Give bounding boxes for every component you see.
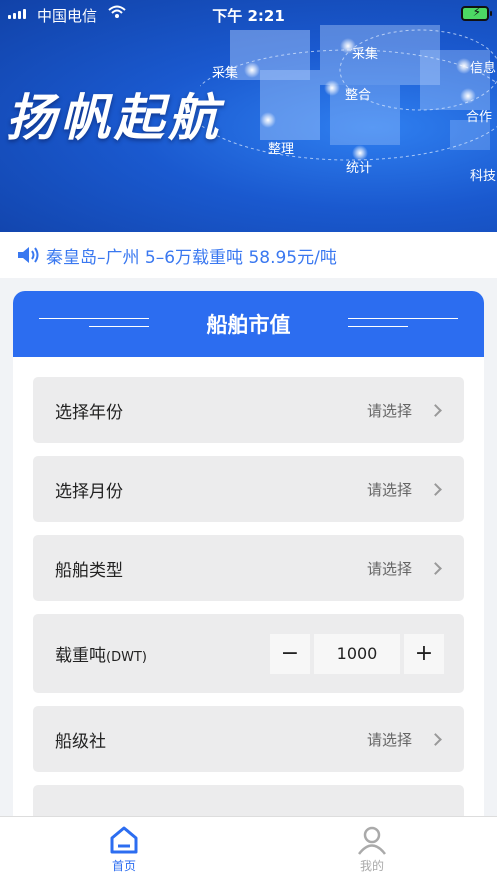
ship-type-row[interactable]: 船舶类型 请选择 bbox=[33, 535, 464, 601]
row-label: 船级社 bbox=[55, 731, 106, 752]
tab-bar: 首页 我的 bbox=[0, 816, 497, 883]
tab-home[interactable]: 首页 bbox=[84, 825, 164, 874]
speaker-icon bbox=[18, 247, 39, 263]
row-value: 请选择 bbox=[366, 401, 412, 420]
banner-tag: 整理 bbox=[268, 142, 295, 157]
banner-tag: 信息 bbox=[470, 61, 497, 76]
banner-tag: 统计 bbox=[346, 161, 373, 176]
select-month-row[interactable]: 选择月份 请选择 bbox=[33, 456, 464, 522]
row-label: 选择年份 bbox=[55, 402, 123, 423]
dwt-unit: (DWT) bbox=[106, 650, 147, 665]
row-value: 请选择 bbox=[366, 730, 412, 749]
banner-title: 扬帆起航 bbox=[6, 89, 222, 147]
select-year-row[interactable]: 选择年份 请选择 bbox=[33, 377, 464, 443]
banner-tag: 合作 bbox=[466, 110, 493, 125]
tab-label: 首页 bbox=[111, 859, 136, 873]
row-label: 选择月份 bbox=[55, 481, 123, 502]
row-value: 请选择 bbox=[366, 559, 412, 578]
glow-dot bbox=[460, 88, 476, 104]
dwt-row: 载重吨(DWT) − 1000 + bbox=[33, 614, 464, 693]
glow-dot bbox=[260, 112, 276, 128]
classification-society-row[interactable]: 船级社 请选择 bbox=[33, 706, 464, 772]
banner: 中国电信 下午 2:21 ⚡ 采集 采集 整合 信息 合作 整理 统计 科技 扬… bbox=[0, 0, 497, 232]
chevron-right-icon bbox=[429, 403, 442, 417]
glow-dot bbox=[244, 62, 260, 78]
banner-tag: 采集 bbox=[352, 47, 379, 62]
banner-tag: 科技 bbox=[470, 169, 497, 184]
chevron-right-icon bbox=[429, 732, 442, 746]
decrement-button[interactable]: − bbox=[270, 633, 310, 674]
row-label: 船舶类型 bbox=[55, 560, 123, 581]
row-value: 请选择 bbox=[366, 480, 412, 499]
dwt-stepper: − 1000 + bbox=[270, 633, 444, 674]
chevron-right-icon bbox=[429, 482, 442, 496]
ship-value-card: 船舶市值 选择年份 请选择 选择月份 请选择 船舶类型 请选择 载重吨(DWT)… bbox=[13, 291, 484, 831]
tab-label: 我的 bbox=[359, 859, 384, 873]
notice-bar[interactable]: 秦皇岛–广州 5–6万载重吨 58.95元/吨 bbox=[0, 232, 497, 278]
row-label: 载重吨(DWT) bbox=[55, 646, 147, 666]
card-title: 船舶市值 bbox=[206, 313, 291, 337]
form-rows: 选择年份 请选择 选择月份 请选择 船舶类型 请选择 载重吨(DWT) − 10… bbox=[13, 357, 484, 831]
home-icon bbox=[110, 826, 138, 854]
dwt-input[interactable]: 1000 bbox=[314, 633, 400, 674]
chevron-right-icon bbox=[429, 561, 442, 575]
user-icon bbox=[358, 826, 386, 855]
card-header: 船舶市值 bbox=[13, 291, 484, 357]
increment-button[interactable]: + bbox=[404, 633, 444, 674]
glow-dot bbox=[324, 80, 340, 96]
banner-tag: 整合 bbox=[345, 88, 372, 103]
notice-text: 秦皇岛–广州 5–6万载重吨 58.95元/吨 bbox=[46, 247, 337, 268]
tab-mine[interactable]: 我的 bbox=[332, 825, 412, 874]
